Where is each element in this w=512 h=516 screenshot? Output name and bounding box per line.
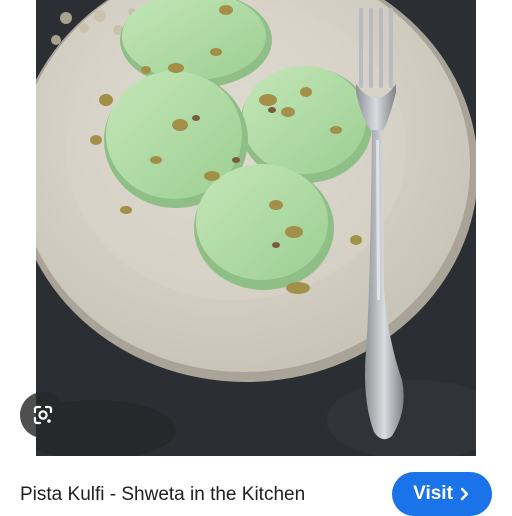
visit-label: Visit	[413, 483, 453, 504]
lens-icon	[33, 405, 53, 425]
result-image[interactable]	[36, 0, 476, 456]
google-lens-button[interactable]	[20, 392, 66, 438]
result-title[interactable]: Pista Kulfi - Shweta in the Kitchen	[20, 484, 305, 506]
visit-button[interactable]: Visit	[392, 472, 492, 516]
chevron-right-icon	[459, 487, 471, 501]
kulfi-photo	[36, 0, 476, 456]
